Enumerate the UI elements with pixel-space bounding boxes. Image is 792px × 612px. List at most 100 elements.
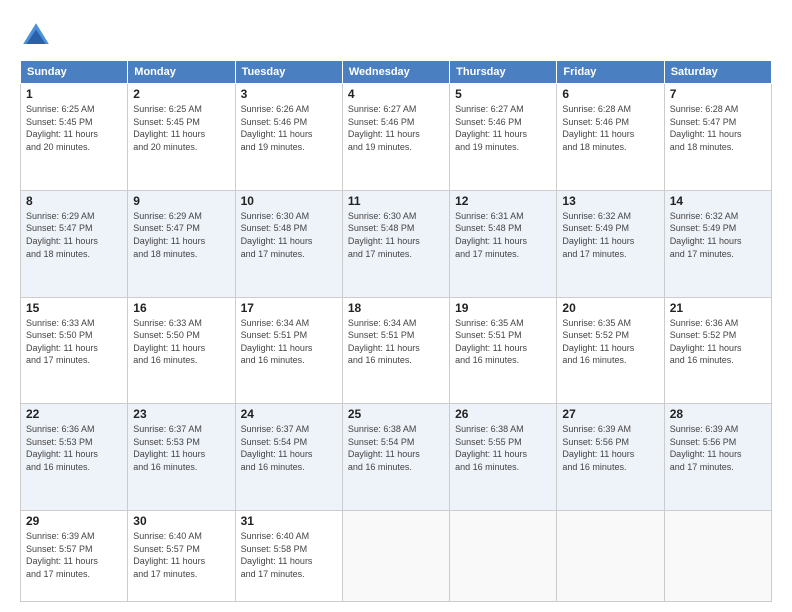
day-number: 25 [348,407,444,421]
logo [20,20,54,52]
week-row-5: 29 Sunrise: 6:39 AMSunset: 5:57 PMDayligh… [21,511,772,602]
day-number: 1 [26,87,122,101]
day-number: 15 [26,301,122,315]
weekday-monday: Monday [128,61,235,84]
day-number: 16 [133,301,229,315]
weekday-header-row: SundayMondayTuesdayWednesdayThursdayFrid… [21,61,772,84]
day-number: 27 [562,407,658,421]
day-cell: 19 Sunrise: 6:35 AMSunset: 5:51 PMDayligh… [450,297,557,404]
day-number: 24 [241,407,337,421]
day-info: Sunrise: 6:38 AMSunset: 5:54 PMDaylight:… [348,423,444,473]
day-number: 12 [455,194,551,208]
day-number: 6 [562,87,658,101]
day-number: 8 [26,194,122,208]
day-number: 22 [26,407,122,421]
day-cell: 2 Sunrise: 6:25 AMSunset: 5:45 PMDaylight… [128,84,235,191]
day-info: Sunrise: 6:35 AMSunset: 5:51 PMDaylight:… [455,317,551,367]
day-number: 18 [348,301,444,315]
day-cell: 14 Sunrise: 6:32 AMSunset: 5:49 PMDayligh… [664,190,771,297]
day-info: Sunrise: 6:39 AMSunset: 5:56 PMDaylight:… [562,423,658,473]
day-cell: 7 Sunrise: 6:28 AMSunset: 5:47 PMDaylight… [664,84,771,191]
day-info: Sunrise: 6:25 AMSunset: 5:45 PMDaylight:… [133,103,229,153]
day-cell: 8 Sunrise: 6:29 AMSunset: 5:47 PMDaylight… [21,190,128,297]
day-number: 28 [670,407,766,421]
week-row-2: 8 Sunrise: 6:29 AMSunset: 5:47 PMDaylight… [21,190,772,297]
day-info: Sunrise: 6:40 AMSunset: 5:57 PMDaylight:… [133,530,229,580]
day-info: Sunrise: 6:36 AMSunset: 5:52 PMDaylight:… [670,317,766,367]
day-info: Sunrise: 6:28 AMSunset: 5:46 PMDaylight:… [562,103,658,153]
day-info: Sunrise: 6:33 AMSunset: 5:50 PMDaylight:… [133,317,229,367]
day-number: 17 [241,301,337,315]
day-info: Sunrise: 6:32 AMSunset: 5:49 PMDaylight:… [562,210,658,260]
day-number: 5 [455,87,551,101]
day-info: Sunrise: 6:30 AMSunset: 5:48 PMDaylight:… [348,210,444,260]
day-cell [342,511,449,602]
weekday-saturday: Saturday [664,61,771,84]
day-number: 2 [133,87,229,101]
day-cell: 31Sunrise: 6:40 AMSunset: 5:58 PMDayligh… [235,511,342,602]
day-info: Sunrise: 6:30 AMSunset: 5:48 PMDaylight:… [241,210,337,260]
day-info: Sunrise: 6:31 AMSunset: 5:48 PMDaylight:… [455,210,551,260]
day-cell: 28 Sunrise: 6:39 AMSunset: 5:56 PMDayligh… [664,404,771,511]
day-info: Sunrise: 6:29 AMSunset: 5:47 PMDaylight:… [26,210,122,260]
day-number: 29 [26,514,122,528]
day-number: 26 [455,407,551,421]
day-number: 23 [133,407,229,421]
day-info: Sunrise: 6:32 AMSunset: 5:49 PMDaylight:… [670,210,766,260]
day-number: 7 [670,87,766,101]
day-number: 4 [348,87,444,101]
day-info: Sunrise: 6:39 AMSunset: 5:56 PMDaylight:… [670,423,766,473]
day-info: Sunrise: 6:27 AMSunset: 5:46 PMDaylight:… [455,103,551,153]
week-row-4: 22 Sunrise: 6:36 AMSunset: 5:53 PMDayligh… [21,404,772,511]
day-cell: 9 Sunrise: 6:29 AMSunset: 5:47 PMDaylight… [128,190,235,297]
day-cell: 20 Sunrise: 6:35 AMSunset: 5:52 PMDayligh… [557,297,664,404]
day-number: 11 [348,194,444,208]
day-info: Sunrise: 6:25 AMSunset: 5:45 PMDaylight:… [26,103,122,153]
header [20,20,772,52]
day-info: Sunrise: 6:38 AMSunset: 5:55 PMDaylight:… [455,423,551,473]
week-row-3: 15 Sunrise: 6:33 AMSunset: 5:50 PMDayligh… [21,297,772,404]
day-cell: 12 Sunrise: 6:31 AMSunset: 5:48 PMDayligh… [450,190,557,297]
day-cell: 21 Sunrise: 6:36 AMSunset: 5:52 PMDayligh… [664,297,771,404]
day-info: Sunrise: 6:40 AMSunset: 5:58 PMDaylight:… [241,530,337,580]
day-cell: 10 Sunrise: 6:30 AMSunset: 5:48 PMDayligh… [235,190,342,297]
weekday-thursday: Thursday [450,61,557,84]
page: SundayMondayTuesdayWednesdayThursdayFrid… [0,0,792,612]
day-info: Sunrise: 6:34 AMSunset: 5:51 PMDaylight:… [241,317,337,367]
logo-icon [20,20,52,52]
weekday-friday: Friday [557,61,664,84]
day-number: 13 [562,194,658,208]
day-number: 14 [670,194,766,208]
day-number: 9 [133,194,229,208]
day-cell: 3Sunrise: 6:26 AMSunset: 5:46 PMDaylight… [235,84,342,191]
day-cell: 15 Sunrise: 6:33 AMSunset: 5:50 PMDayligh… [21,297,128,404]
day-cell: 30Sunrise: 6:40 AMSunset: 5:57 PMDayligh… [128,511,235,602]
day-info: Sunrise: 6:26 AMSunset: 5:46 PMDaylight:… [241,103,337,153]
day-cell: 1 Sunrise: 6:25 AMSunset: 5:45 PMDaylight… [21,84,128,191]
day-cell: 17 Sunrise: 6:34 AMSunset: 5:51 PMDayligh… [235,297,342,404]
day-cell: 23Sunrise: 6:37 AMSunset: 5:53 PMDayligh… [128,404,235,511]
day-number: 20 [562,301,658,315]
day-cell [450,511,557,602]
day-cell [557,511,664,602]
day-cell: 18 Sunrise: 6:34 AMSunset: 5:51 PMDayligh… [342,297,449,404]
day-cell: 11 Sunrise: 6:30 AMSunset: 5:48 PMDayligh… [342,190,449,297]
day-number: 19 [455,301,551,315]
day-info: Sunrise: 6:33 AMSunset: 5:50 PMDaylight:… [26,317,122,367]
weekday-wednesday: Wednesday [342,61,449,84]
day-cell: 16 Sunrise: 6:33 AMSunset: 5:50 PMDayligh… [128,297,235,404]
day-number: 21 [670,301,766,315]
day-info: Sunrise: 6:39 AMSunset: 5:57 PMDaylight:… [26,530,122,580]
day-info: Sunrise: 6:35 AMSunset: 5:52 PMDaylight:… [562,317,658,367]
day-cell: 27 Sunrise: 6:39 AMSunset: 5:56 PMDayligh… [557,404,664,511]
day-info: Sunrise: 6:34 AMSunset: 5:51 PMDaylight:… [348,317,444,367]
day-number: 10 [241,194,337,208]
day-info: Sunrise: 6:36 AMSunset: 5:53 PMDaylight:… [26,423,122,473]
day-info: Sunrise: 6:28 AMSunset: 5:47 PMDaylight:… [670,103,766,153]
day-cell: 22 Sunrise: 6:36 AMSunset: 5:53 PMDayligh… [21,404,128,511]
day-info: Sunrise: 6:29 AMSunset: 5:47 PMDaylight:… [133,210,229,260]
day-cell: 6 Sunrise: 6:28 AMSunset: 5:46 PMDaylight… [557,84,664,191]
calendar-table: SundayMondayTuesdayWednesdayThursdayFrid… [20,60,772,602]
day-info: Sunrise: 6:27 AMSunset: 5:46 PMDaylight:… [348,103,444,153]
day-cell: 29 Sunrise: 6:39 AMSunset: 5:57 PMDayligh… [21,511,128,602]
